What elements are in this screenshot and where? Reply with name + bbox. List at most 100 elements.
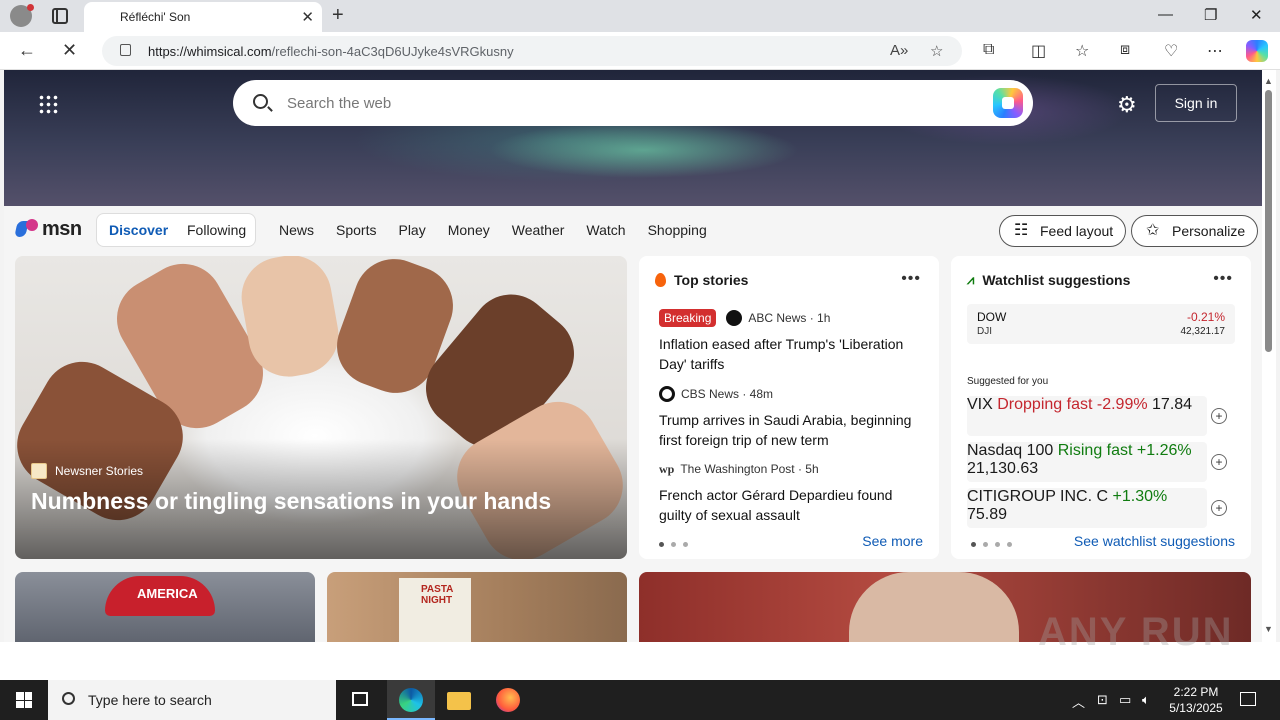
restore-icon[interactable]: ❐ — [1204, 6, 1217, 24]
notifications-icon[interactable] — [1240, 692, 1256, 706]
search-icon — [253, 94, 268, 109]
copilot-search-icon[interactable] — [993, 88, 1023, 118]
story-item[interactable]: CBS News · 48m Trump arrives in Saudi Ar… — [659, 384, 923, 450]
main-story-headline[interactable]: Numbness or tingling sensations in your … — [31, 488, 611, 515]
address-bar-row: ← ✕ https://whimsical.com/reflechi-son-4… — [0, 32, 1280, 70]
story-item[interactable]: Breaking ABC News · 1h Inflation eased a… — [659, 308, 923, 374]
tab-actions-icon[interactable] — [52, 8, 68, 24]
nav-watch[interactable]: Watch — [586, 222, 625, 238]
newsner-logo-icon — [31, 463, 47, 479]
story-pager[interactable] — [659, 542, 688, 547]
web-search-box[interactable] — [233, 80, 1033, 126]
network-device-icon[interactable]: ⊡ — [1097, 692, 1108, 708]
story-source: Newsner Stories — [31, 463, 143, 479]
more-menu-icon[interactable]: ⋯ — [1207, 41, 1223, 61]
taskbar-search[interactable]: Type here to search — [48, 680, 336, 720]
category-nav: News Sports Play Money Weather Watch Sho… — [279, 222, 707, 238]
close-tab-icon[interactable]: ✕ — [301, 8, 314, 26]
feed-toggle: Discover Following — [96, 213, 256, 247]
main-story-card[interactable]: Newsner Stories Numbness or tingling sen… — [15, 256, 627, 559]
see-more-link[interactable]: See more — [862, 533, 923, 549]
tab-strip: Réfléchi' Son ✕ + — ❐ ✕ — [0, 0, 1280, 32]
tab-title: Réfléchi' Son — [120, 10, 191, 24]
story-title[interactable]: Trump arrives in Saudi Arabia, beginning… — [659, 410, 923, 450]
favorites-icon[interactable]: ☆ — [1075, 41, 1089, 61]
windows-start-icon[interactable] — [16, 692, 32, 708]
quote-row-vix[interactable]: VIX Dropping fast -2.99% 17.84 — [967, 396, 1207, 436]
system-clock[interactable]: 2:22 PM 5/13/2025 — [1160, 684, 1232, 716]
tab-following[interactable]: Following — [187, 222, 246, 238]
taskbar: Type here to search ︿ ⊡ ▭ 🔈︎ 2:22 PM 5/1… — [0, 680, 1280, 720]
watchlist-pager[interactable] — [971, 542, 1012, 547]
top-stories-header: Top stories — [655, 272, 748, 288]
favorite-star-icon[interactable]: ☆ — [930, 42, 943, 60]
nav-shopping[interactable]: Shopping — [648, 222, 707, 238]
news-tile[interactable]: PASTA NIGHT — [327, 572, 627, 642]
back-icon[interactable]: ← — [18, 40, 36, 61]
edge-taskbar-icon[interactable] — [387, 680, 435, 720]
close-window-icon[interactable]: ✕ — [1250, 6, 1263, 24]
news-tile[interactable]: AMERICA — [15, 572, 315, 642]
quote-row-citigroup[interactable]: CITIGROUP INC. C +1.30% 75.89 — [967, 488, 1207, 528]
anyrun-watermark: ANY RUN — [1038, 610, 1234, 654]
stop-loading-icon[interactable]: ✕ — [62, 40, 77, 61]
nav-play[interactable]: Play — [398, 222, 425, 238]
gear-icon[interactable]: ⚙ — [1117, 92, 1137, 118]
more-options-icon[interactable]: ••• — [901, 270, 921, 288]
split-screen-icon[interactable]: ◫ — [1031, 41, 1046, 61]
minimize-icon[interactable]: — — [1158, 6, 1173, 23]
read-aloud-icon[interactable]: A» — [890, 42, 908, 59]
trend-chart-icon: ⩘ — [967, 272, 975, 287]
browser-tab[interactable]: Réfléchi' Son ✕ — [84, 2, 322, 32]
nav-money[interactable]: Money — [448, 222, 490, 238]
scroll-up-icon[interactable]: ▲ — [1264, 76, 1273, 86]
see-watchlist-link[interactable]: See watchlist suggestions — [1074, 533, 1235, 549]
quote-row-dow[interactable]: DOW DJI -0.21% 42,321.17 — [967, 304, 1235, 344]
lock-icon[interactable] — [120, 44, 131, 56]
new-tab-icon[interactable]: + — [332, 4, 344, 27]
more-options-icon[interactable]: ••• — [1213, 270, 1233, 288]
hero-banner: ⚙ Sign in — [4, 70, 1262, 206]
sign-in-button[interactable]: Sign in — [1155, 84, 1237, 122]
copilot-icon[interactable] — [1246, 40, 1268, 62]
watchlist-card: ⩘ Watchlist suggestions ••• DOW DJI -0.2… — [951, 256, 1251, 559]
story-title[interactable]: French actor Gérard Depardieu found guil… — [659, 485, 923, 525]
quote-row-nasdaq[interactable]: Nasdaq 100 Rising fast +1.26% 21,130.63 — [967, 442, 1207, 482]
personalize-star-icon: ✩ — [1146, 222, 1160, 239]
volume-icon[interactable]: 🔈︎ — [1142, 692, 1150, 708]
scroll-down-icon[interactable]: ▼ — [1264, 624, 1273, 634]
nav-weather[interactable]: Weather — [512, 222, 565, 238]
flame-icon — [655, 273, 666, 287]
network-icon[interactable]: ▭ — [1119, 692, 1131, 708]
url-field[interactable]: https://whimsical.com/reflechi-son-4aC3q… — [102, 36, 962, 66]
add-nasdaq-button[interactable]: + — [1211, 454, 1227, 470]
story-title[interactable]: Inflation eased after Trump's 'Liberatio… — [659, 334, 923, 374]
msn-page: ⚙ Sign in msn Discover Following News Sp… — [4, 70, 1262, 642]
msn-logo-mark-icon — [16, 218, 40, 241]
performance-icon[interactable]: ♡ — [1164, 41, 1178, 61]
cap-text-image: AMERICA — [137, 586, 198, 601]
app-launcher-icon[interactable] — [38, 94, 58, 114]
nav-sports[interactable]: Sports — [336, 222, 376, 238]
add-vix-button[interactable]: + — [1211, 408, 1227, 424]
scroll-thumb[interactable] — [1265, 90, 1272, 352]
firefox-icon[interactable] — [484, 680, 532, 720]
search-input[interactable] — [287, 92, 967, 114]
tray-overflow-icon[interactable]: ︿ — [1072, 692, 1085, 711]
personalize-button[interactable]: ✩ Personalize — [1131, 215, 1259, 247]
person-image — [849, 572, 1019, 642]
add-citigroup-button[interactable]: + — [1211, 500, 1227, 516]
feed-layout-button[interactable]: ☷ Feed layout — [999, 215, 1127, 247]
task-view-icon[interactable] — [336, 680, 384, 720]
file-explorer-icon[interactable] — [435, 680, 483, 720]
extensions-icon[interactable]: ⧉ — [983, 41, 994, 59]
msn-logo[interactable]: msn — [16, 218, 82, 241]
url-text: https://whimsical.com/reflechi-son-4aC3q… — [148, 44, 514, 59]
profile-icon[interactable] — [10, 4, 34, 27]
tab-discover[interactable]: Discover — [109, 222, 168, 238]
nav-news[interactable]: News — [279, 222, 314, 238]
story-item[interactable]: wp The Washington Post · 5h French actor… — [659, 459, 923, 525]
collections-icon[interactable]: ⧈ — [1120, 41, 1130, 59]
msn-nav-bar: msn Discover Following News Sports Play … — [4, 206, 1262, 256]
page-scrollbar[interactable]: ▲ ▼ — [1262, 70, 1276, 642]
